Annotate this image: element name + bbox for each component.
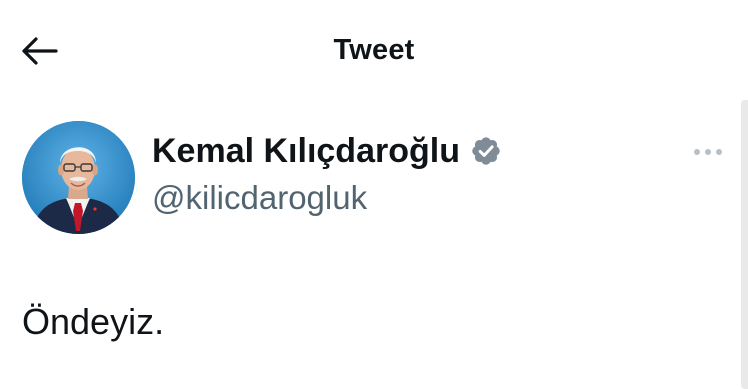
scrollbar[interactable]	[741, 100, 748, 389]
more-options-button[interactable]	[688, 140, 728, 164]
profile-photo	[22, 121, 135, 234]
verified-badge-icon[interactable]	[470, 135, 502, 167]
top-navigation-bar: Tweet	[0, 0, 748, 100]
display-name[interactable]: Kemal Kılıçdaroğlu	[152, 128, 460, 174]
user-handle[interactable]: @kilicdarogluk	[152, 176, 367, 220]
page-title: Tweet	[333, 34, 415, 66]
avatar[interactable]	[22, 121, 135, 234]
tweet-text: Öndeyiz.	[22, 301, 165, 342]
tweet-detail-screen: Tweet Kemal Kılıçdaroğlu @kilicdarogluk …	[0, 0, 748, 389]
author-name-row[interactable]: Kemal Kılıçdaroğlu	[152, 128, 502, 174]
more-options-icon	[694, 149, 722, 155]
